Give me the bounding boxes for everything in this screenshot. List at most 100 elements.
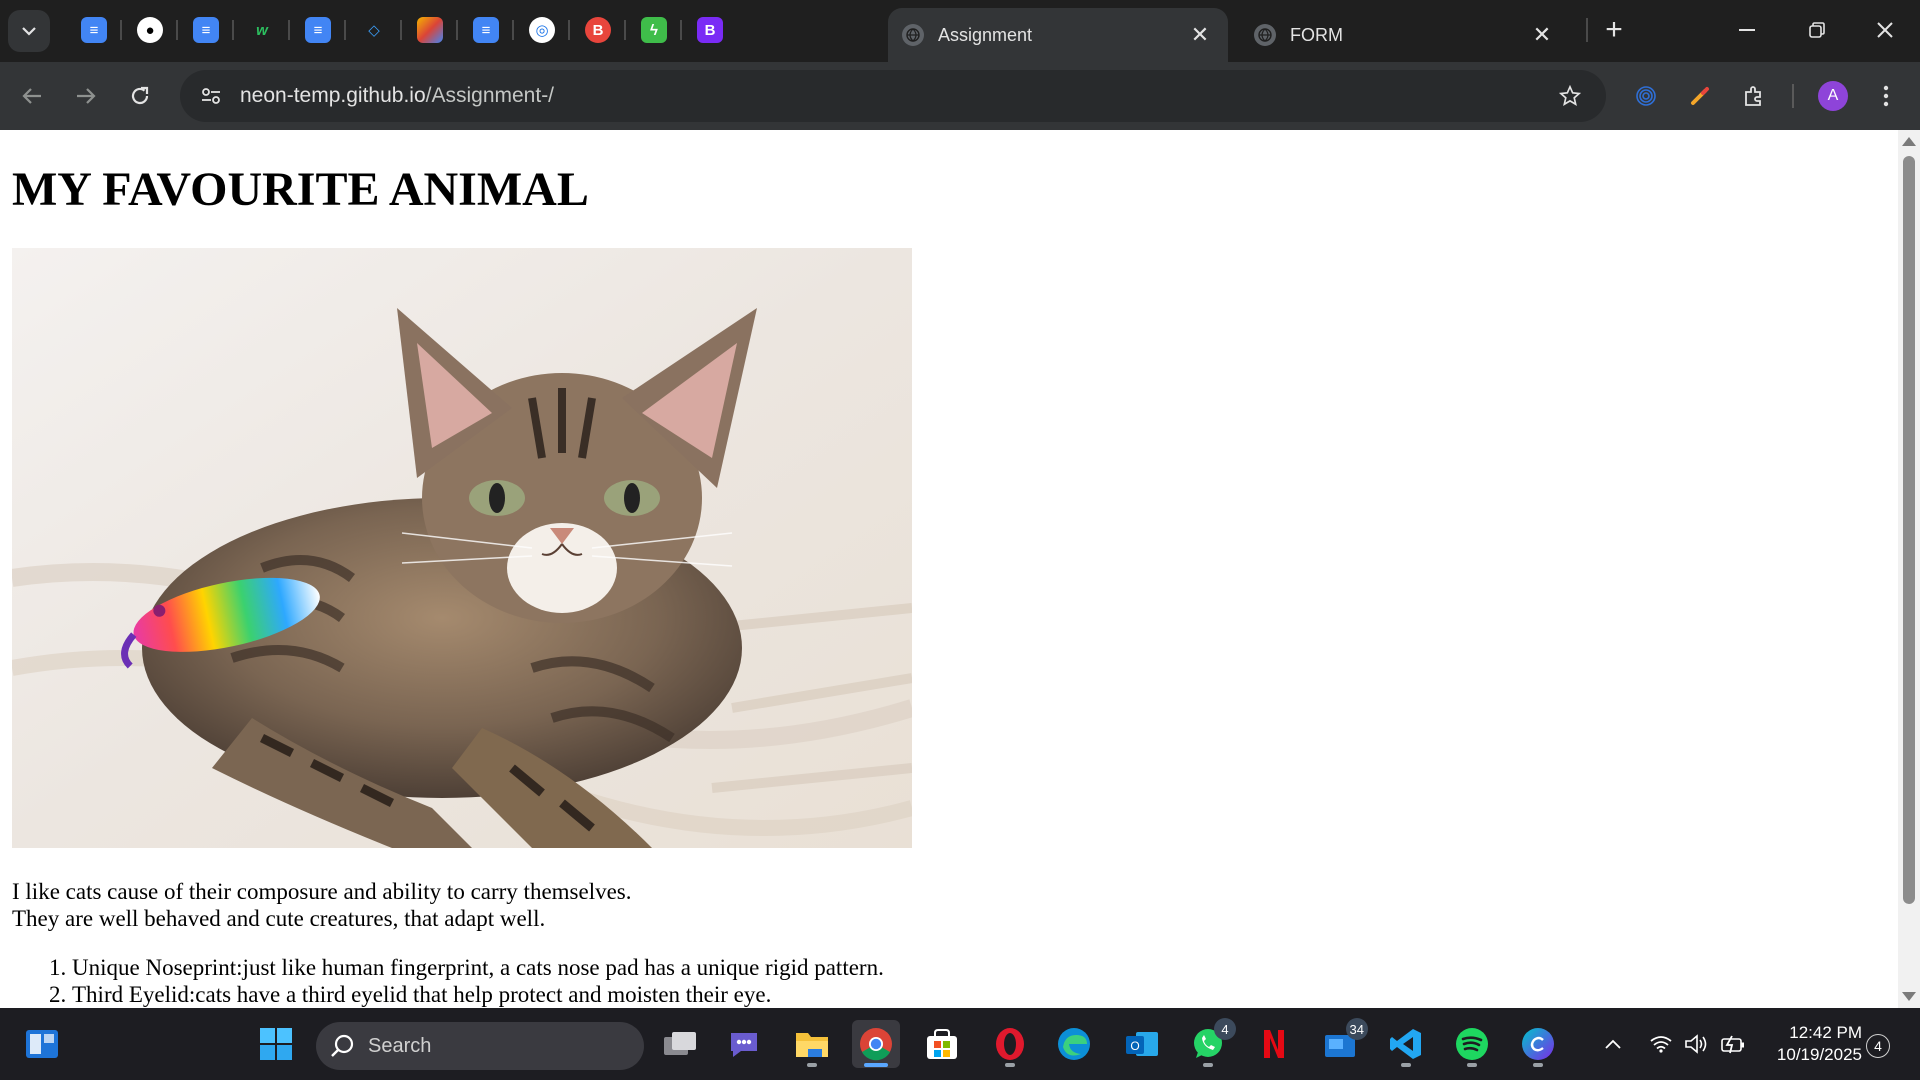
widgets-icon — [26, 1030, 58, 1058]
widgets-button[interactable] — [18, 1020, 66, 1068]
b-circle-icon: B — [585, 17, 611, 43]
task-view-button[interactable] — [656, 1020, 704, 1068]
outlook-icon: O — [1126, 1032, 1158, 1056]
tab-assignment[interactable]: Assignment ✕ — [888, 8, 1228, 62]
opera-button[interactable] — [986, 1020, 1034, 1068]
pinned-tab-docs-1[interactable]: ≡ — [66, 8, 122, 52]
chrome-icon — [860, 1028, 892, 1061]
mail-button[interactable]: 34 — [1316, 1018, 1368, 1068]
running-indicator — [1533, 1063, 1543, 1067]
netflix-button[interactable] — [1250, 1020, 1298, 1068]
windows-taskbar: Search O 4 34 12:42 PM 10/19/2025 4 — [0, 1008, 1920, 1080]
diamond-icon: ◇ — [368, 22, 380, 39]
cat-facts-list: Unique Noseprint:just like human fingerp… — [12, 954, 1886, 1008]
taskbar-search[interactable]: Search — [316, 1022, 644, 1070]
pinned-tab-wordwall[interactable]: w — [234, 8, 290, 52]
globe-icon — [902, 24, 924, 46]
outlook-button[interactable]: O — [1118, 1020, 1166, 1068]
reload-button[interactable] — [120, 76, 160, 116]
netflix-icon — [1264, 1030, 1284, 1058]
pinned-tab-docs-2[interactable]: ≡ — [178, 8, 234, 52]
show-hidden-icons-button[interactable] — [1600, 1026, 1626, 1062]
tab-search-button[interactable] — [8, 10, 50, 52]
scroll-down-arrow-icon[interactable] — [1902, 992, 1916, 1001]
fingerprint-extension-icon[interactable] — [1626, 76, 1666, 116]
edge-button[interactable] — [1050, 1020, 1098, 1068]
scrollbar-thumb[interactable] — [1903, 156, 1915, 904]
task-view-icon — [664, 1032, 696, 1055]
speaker-icon — [1685, 1034, 1707, 1054]
mail-badge: 34 — [1345, 1018, 1368, 1040]
canva-button[interactable] — [1514, 1020, 1562, 1068]
teams-chat-button[interactable] — [720, 1020, 768, 1068]
battery-charging-icon — [1721, 1035, 1744, 1054]
green-bolt-icon: ϟ — [641, 17, 667, 43]
close-icon — [1877, 22, 1893, 38]
globe-icon — [1254, 24, 1276, 46]
clock-time: 12:42 PM — [1789, 1023, 1862, 1042]
scroll-up-arrow-icon[interactable] — [1902, 137, 1916, 146]
google-docs-icon: ≡ — [81, 17, 107, 43]
file-explorer-button[interactable] — [788, 1020, 836, 1068]
arrow-left-icon — [22, 88, 41, 104]
chrome-taskbar-button[interactable] — [852, 1020, 900, 1068]
pinned-tab-github[interactable]: ● — [122, 8, 178, 52]
site-info-icon[interactable] — [194, 79, 228, 113]
running-indicator — [1203, 1063, 1213, 1067]
windows-logo-icon — [260, 1028, 292, 1060]
running-indicator — [1005, 1063, 1015, 1067]
clock[interactable]: 12:42 PM 10/19/2025 — [1752, 1022, 1862, 1066]
search-label: Search — [368, 1034, 432, 1057]
pinned-tab-bolt[interactable]: ϟ — [626, 8, 682, 52]
pinned-tab-b-circle[interactable]: B — [570, 8, 626, 52]
running-indicator — [864, 1063, 888, 1067]
colorful-logo-icon — [417, 17, 443, 43]
profile-avatar[interactable]: A — [1818, 81, 1848, 111]
spotify-button[interactable] — [1448, 1020, 1496, 1068]
forward-button[interactable] — [66, 76, 106, 116]
microsoft-store-button[interactable] — [918, 1020, 966, 1068]
vscode-button[interactable] — [1382, 1020, 1430, 1068]
wifi-button[interactable] — [1646, 1026, 1676, 1062]
volume-button[interactable] — [1682, 1026, 1712, 1062]
start-button[interactable] — [252, 1020, 300, 1068]
pinned-tab-target[interactable]: ◎ — [514, 8, 570, 52]
whatsapp-button[interactable]: 4 — [1184, 1018, 1236, 1068]
pinned-tab-docs-4[interactable]: ≡ — [458, 8, 514, 52]
close-tab-icon[interactable]: ✕ — [1528, 21, 1556, 49]
spotify-icon — [1456, 1028, 1488, 1060]
cat-image — [12, 248, 912, 848]
pinned-tab-colorful[interactable] — [402, 8, 458, 52]
restore-icon — [1809, 22, 1825, 38]
menu-kebab-icon[interactable] — [1866, 76, 1906, 116]
pinned-tab-bootstrap[interactable]: B — [682, 8, 738, 52]
pinned-tab-docs-3[interactable]: ≡ — [290, 8, 346, 52]
notification-count-badge[interactable]: 4 — [1866, 1034, 1890, 1058]
tab-title: Assignment — [938, 24, 1033, 45]
close-window-button[interactable] — [1850, 0, 1920, 60]
close-tab-icon[interactable]: ✕ — [1186, 21, 1214, 49]
color-picker-extension-icon[interactable] — [1680, 76, 1720, 116]
vertical-scrollbar[interactable] — [1898, 130, 1920, 1008]
battery-button[interactable] — [1718, 1026, 1748, 1062]
minimize-button[interactable] — [1712, 0, 1782, 60]
bookmark-star-icon[interactable] — [1550, 76, 1590, 116]
intro-paragraph: I like cats cause of their composure and… — [12, 878, 1886, 932]
tab-form[interactable]: FORM ✕ — [1240, 8, 1570, 62]
back-button[interactable] — [12, 76, 52, 116]
pinned-tab-diamond[interactable]: ◇ — [346, 8, 402, 52]
toolbar-separator — [1792, 84, 1794, 108]
minimize-icon — [1739, 29, 1755, 31]
running-indicator — [807, 1063, 817, 1067]
wordwall-icon: w — [256, 21, 268, 39]
address-bar[interactable]: neon-temp.github.io/Assignment-/ — [180, 70, 1606, 122]
running-indicator — [1401, 1063, 1411, 1067]
canva-icon — [1522, 1028, 1554, 1060]
chevron-up-icon — [1605, 1039, 1621, 1049]
extensions-puzzle-icon[interactable] — [1734, 76, 1774, 116]
chevron-down-icon — [22, 27, 36, 36]
intro-line-2: They are well behaved and cute creatures… — [12, 906, 546, 931]
new-tab-button[interactable]: + — [1596, 12, 1632, 48]
intro-line-1: I like cats cause of their composure and… — [12, 879, 632, 904]
restore-button[interactable] — [1782, 0, 1852, 60]
